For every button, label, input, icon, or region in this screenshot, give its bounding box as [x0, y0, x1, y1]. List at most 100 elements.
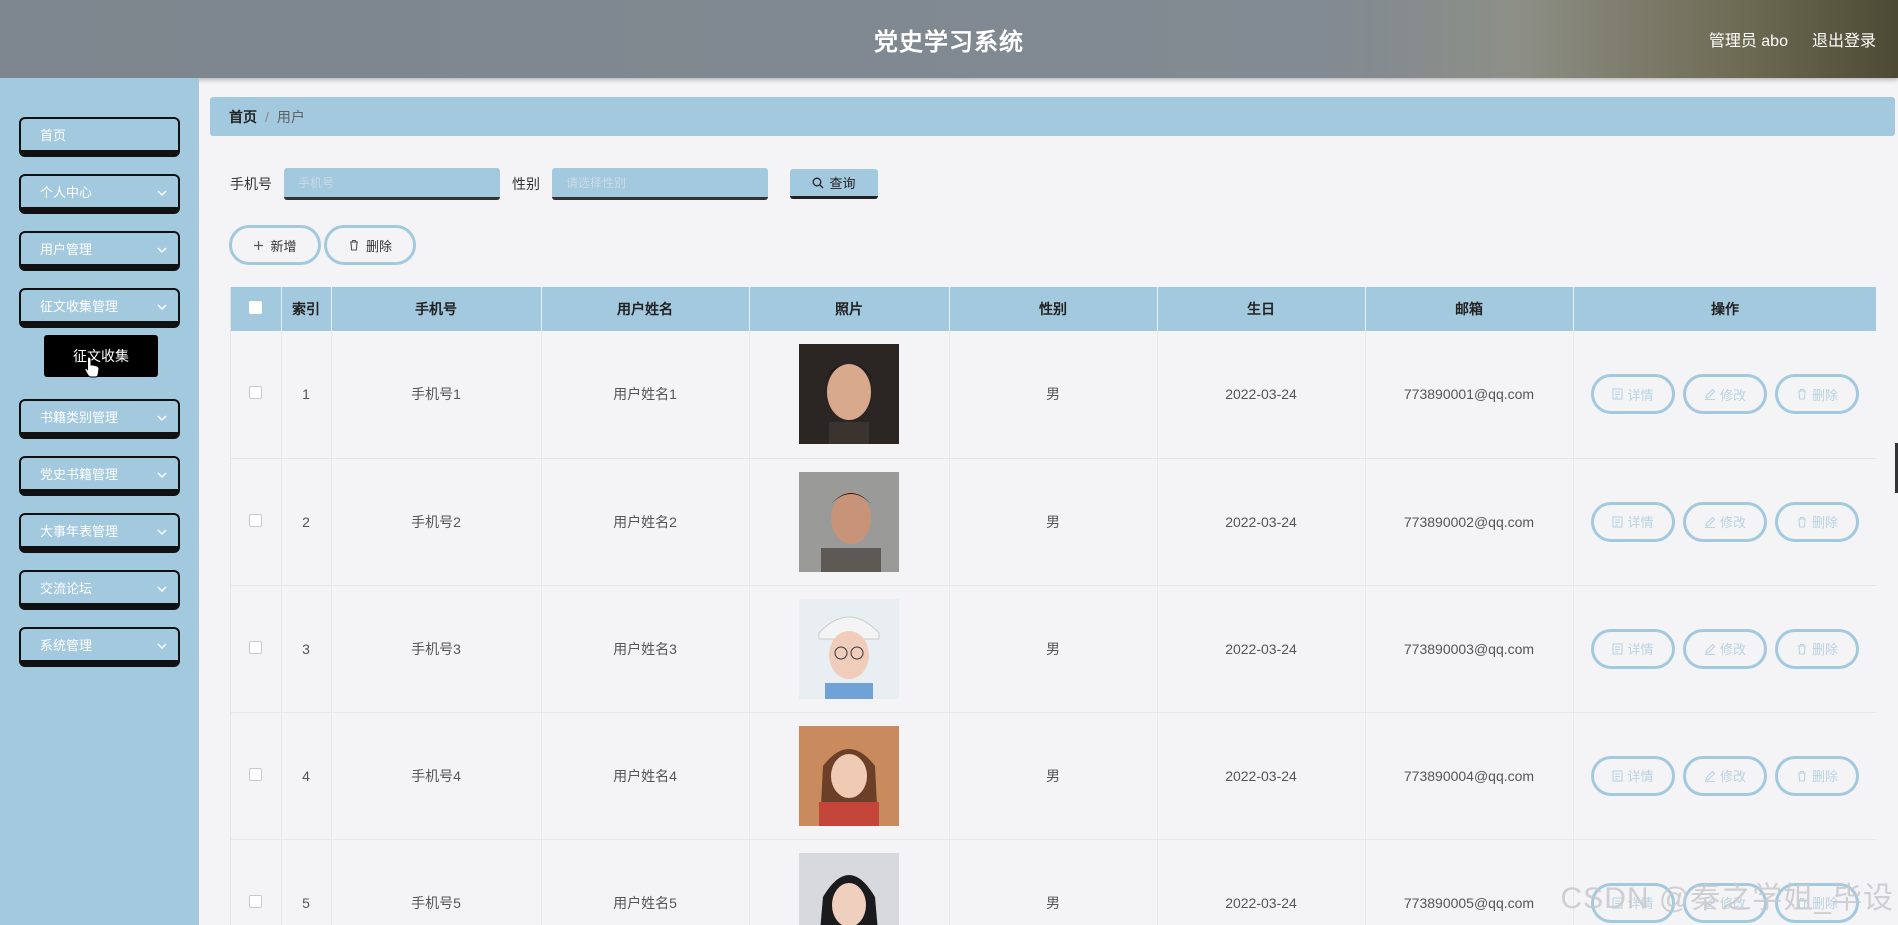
sidebar-item-forum[interactable]: 交流论坛 [19, 570, 180, 610]
edit-button-label: 修改 [1719, 387, 1746, 403]
header-user-area: 管理员 abo 退出登录 [1709, 0, 1876, 78]
cell-name: 用户姓名3 [541, 585, 750, 712]
edit-button[interactable]: 修改 [1683, 501, 1767, 542]
row-checkbox[interactable] [249, 640, 263, 654]
column-header-birthday: 生日 [1157, 287, 1366, 331]
detail-button-label: 详情 [1627, 769, 1654, 784]
add-button[interactable]: 新增 [229, 225, 321, 265]
document-icon [1612, 769, 1624, 782]
cell-phone: 手机号1 [331, 331, 542, 458]
delete-button[interactable]: 删除 [1775, 501, 1859, 542]
document-icon [1612, 388, 1624, 400]
delete-button[interactable]: 删除 [1775, 374, 1859, 415]
trash-icon [1797, 516, 1806, 528]
chevron-down-icon [157, 472, 167, 478]
detail-button[interactable]: 详情 [1591, 374, 1675, 415]
document-icon [1612, 896, 1624, 909]
cell-index: 1 [281, 331, 332, 458]
sidebar-item-system-management[interactable]: 系统管理 [19, 627, 180, 667]
delete-button[interactable]: 删除 [1775, 628, 1859, 669]
edit-button-label: 修改 [1719, 769, 1746, 784]
phone-search-input[interactable] [284, 168, 500, 200]
cell-actions: 详情 修改 删除 [1573, 712, 1876, 839]
sidebar-item-label: 系统管理 [40, 638, 93, 653]
sidebar-item-party-books[interactable]: 党史书籍管理 [19, 456, 180, 496]
cell-email: 773890005@qq.com [1365, 839, 1574, 925]
breadcrumb-home[interactable]: 首页 [229, 107, 257, 127]
table-row: 3 手机号3 用户姓名3 男 2022-03-24 773890003@qq.c… [231, 585, 1876, 712]
sidebar: 首页 个人中心 用户管理 征文收集管理 征文收集 书籍类别管理 党史书籍管理 大… [0, 78, 199, 925]
submenu-essay-collection[interactable]: 征文收集 [44, 335, 158, 377]
delete-button-label: 删除 [1811, 896, 1838, 911]
delete-button-label: 删除 [1811, 769, 1838, 784]
column-header-index: 索引 [281, 287, 332, 331]
breadcrumb-current: 用户 [276, 108, 305, 125]
query-button[interactable]: 查询 [790, 169, 878, 199]
logout-link[interactable]: 退出登录 [1812, 27, 1876, 51]
gender-search-input[interactable] [552, 168, 768, 200]
row-checkbox[interactable] [249, 894, 263, 908]
detail-button[interactable]: 详情 [1591, 882, 1675, 923]
cell-name: 用户姓名4 [541, 712, 750, 839]
chevron-down-icon [157, 190, 167, 196]
table-row: 1 手机号1 用户姓名1 男 2022-03-24 773890001@qq.c… [231, 331, 1876, 458]
app-title: 党史学习系统 [874, 28, 1024, 56]
sidebar-item-home[interactable]: 首页 [19, 117, 180, 157]
edit-button-label: 修改 [1719, 642, 1746, 657]
user-photo[interactable] [799, 344, 899, 445]
select-all-checkbox[interactable] [249, 301, 263, 314]
edit-button[interactable]: 修改 [1683, 882, 1767, 923]
sidebar-item-label: 用户管理 [40, 242, 93, 257]
row-select-cell [231, 712, 282, 839]
cell-email: 773890002@qq.com [1365, 458, 1574, 585]
admin-user-label[interactable]: 管理员 abo [1709, 27, 1788, 51]
cell-birthday: 2022-03-24 [1157, 839, 1366, 925]
chevron-down-icon [157, 415, 167, 421]
sidebar-item-personal-center[interactable]: 个人中心 [19, 174, 180, 214]
cell-gender: 男 [949, 712, 1158, 839]
cell-phone: 手机号5 [331, 839, 542, 925]
phone-label: 手机号 [230, 176, 272, 192]
row-checkbox[interactable] [249, 767, 263, 781]
user-photo[interactable] [799, 725, 899, 826]
batch-delete-button-label: 删除 [365, 238, 392, 254]
row-checkbox[interactable] [249, 386, 263, 400]
query-button-label: 查询 [829, 176, 856, 191]
delete-button[interactable]: 删除 [1775, 882, 1859, 923]
column-header-actions: 操作 [1573, 287, 1876, 331]
delete-button-label: 删除 [1811, 642, 1838, 657]
detail-button[interactable]: 详情 [1591, 501, 1675, 542]
hand-pointer-icon [84, 356, 100, 378]
pencil-icon [1704, 643, 1716, 655]
edit-button[interactable]: 修改 [1683, 374, 1767, 415]
cell-name: 用户姓名5 [541, 839, 750, 925]
sidebar-item-essay-management[interactable]: 征文收集管理 [19, 288, 180, 328]
detail-button[interactable]: 详情 [1591, 628, 1675, 669]
user-table: 索引 手机号 用户姓名 照片 性别 生日 邮箱 操作 1 手机号1 用户姓名1 … [230, 287, 1876, 925]
sidebar-item-book-category[interactable]: 书籍类别管理 [19, 399, 180, 439]
top-header: 党史学习系统 管理员 abo 退出登录 [0, 0, 1898, 78]
batch-delete-button[interactable]: 删除 [324, 225, 416, 265]
pencil-icon [1704, 516, 1716, 528]
cell-gender: 男 [949, 331, 1158, 458]
user-photo[interactable] [799, 471, 899, 572]
user-photo[interactable] [799, 852, 899, 925]
detail-button[interactable]: 详情 [1591, 755, 1675, 796]
edit-button[interactable]: 修改 [1683, 755, 1767, 796]
trash-icon [349, 239, 358, 251]
cell-birthday: 2022-03-24 [1157, 331, 1366, 458]
detail-button-label: 详情 [1627, 896, 1654, 911]
user-photo[interactable] [799, 598, 899, 699]
add-button-label: 新增 [270, 238, 297, 254]
cell-actions: 详情 修改 删除 [1573, 331, 1876, 458]
cell-index: 4 [281, 712, 332, 839]
sidebar-item-user-management[interactable]: 用户管理 [19, 231, 180, 271]
sidebar-item-label: 党史书籍管理 [40, 467, 119, 482]
row-select-cell [231, 458, 282, 585]
trash-icon [1797, 643, 1806, 655]
sidebar-item-chronology[interactable]: 大事年表管理 [19, 513, 180, 553]
row-checkbox[interactable] [249, 513, 263, 527]
delete-button[interactable]: 删除 [1775, 755, 1859, 796]
edit-button[interactable]: 修改 [1683, 628, 1767, 669]
column-header-name: 用户姓名 [541, 287, 750, 331]
